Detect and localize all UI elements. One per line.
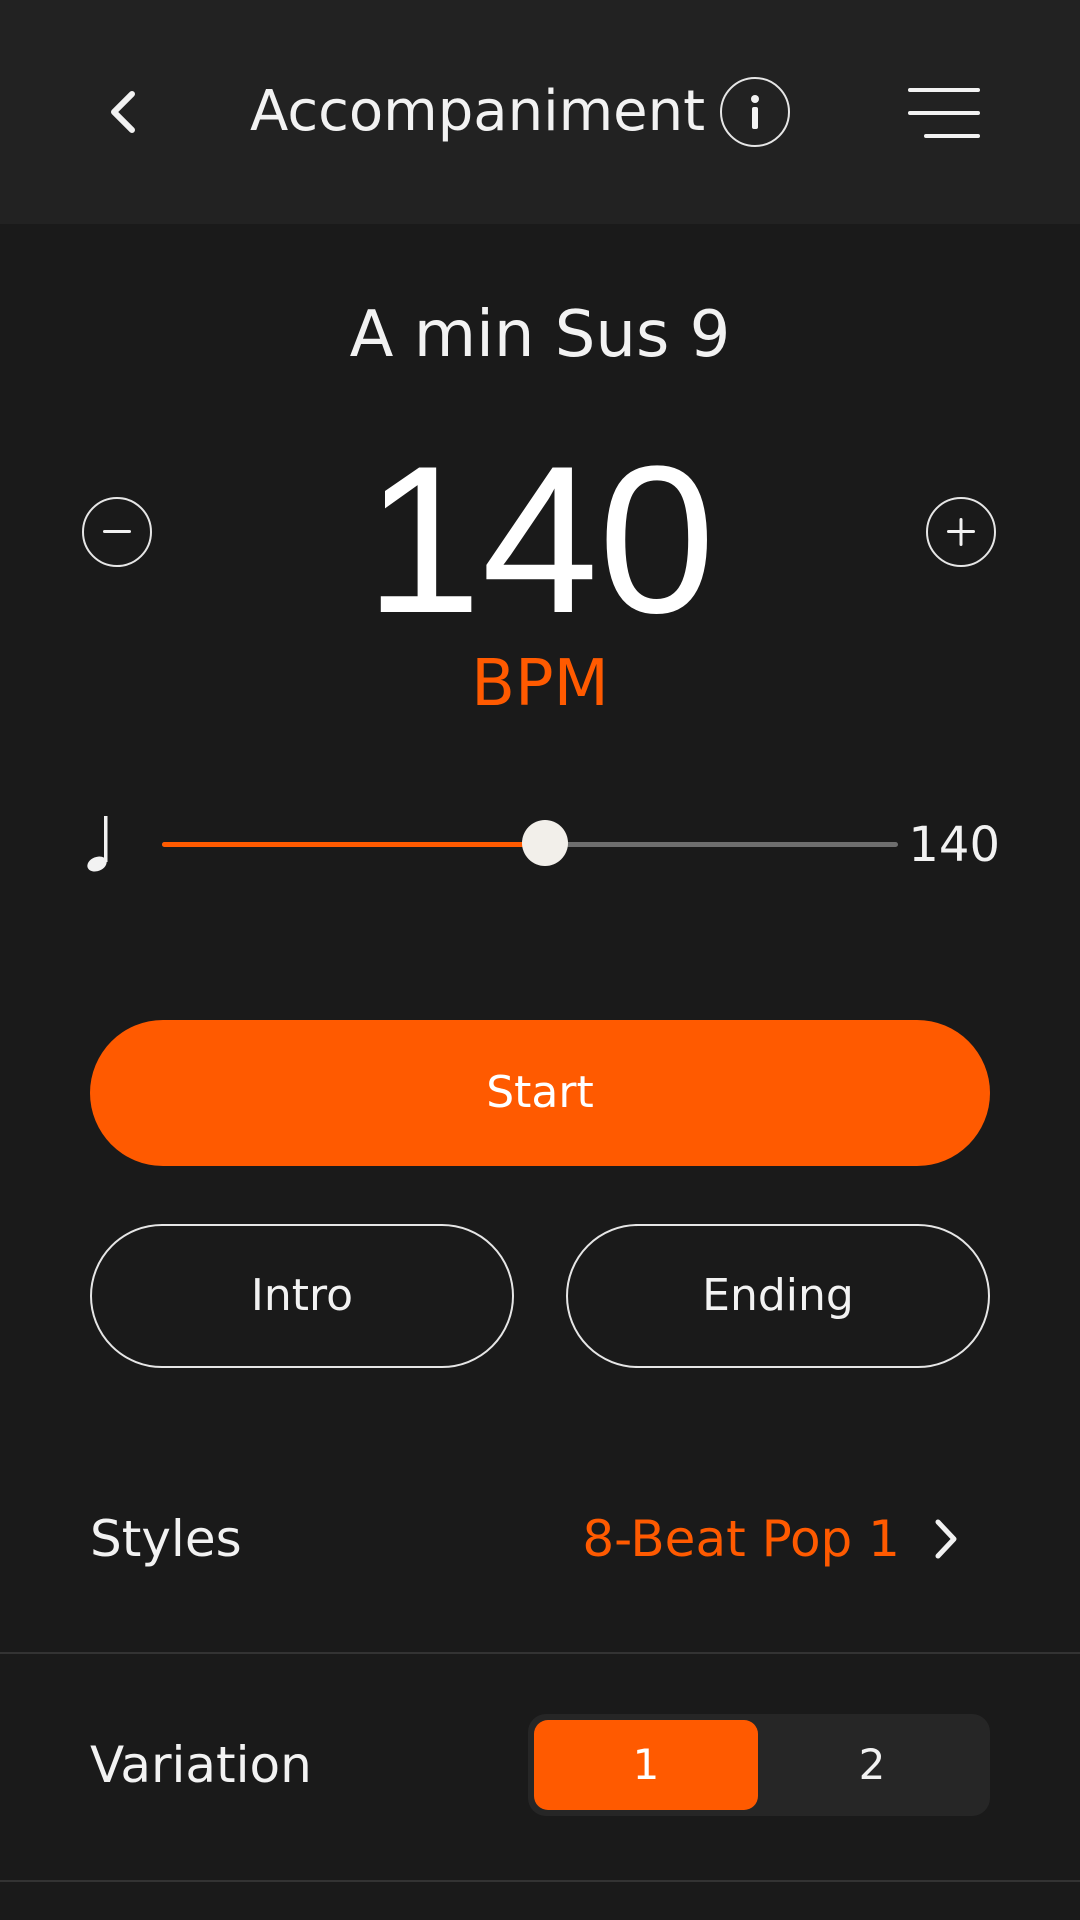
info-icon [751, 95, 759, 129]
styles-value[interactable]: 8-Beat Pop 1 [582, 1504, 900, 1574]
quarter-note-icon [84, 812, 124, 874]
variation-option-2[interactable]: 2 [760, 1720, 984, 1810]
plus-icon [947, 518, 975, 546]
styles-label: Styles [90, 1510, 242, 1568]
tempo-unit: BPM [471, 647, 609, 721]
tempo-slider-thumb[interactable] [521, 820, 568, 866]
hamburger-menu-icon [908, 88, 980, 138]
chevron-right-icon[interactable] [928, 1516, 964, 1562]
tempo-slider-fill [162, 842, 545, 847]
back-button[interactable] [96, 82, 156, 142]
menu-button[interactable] [906, 86, 982, 140]
intro-button[interactable]: Intro [90, 1224, 514, 1368]
chord-name: A min Sus 9 [349, 298, 731, 372]
chevron-left-icon [111, 91, 135, 133]
tempo-slider-value: 140 [908, 817, 1000, 873]
start-button[interactable]: Start [90, 1020, 990, 1166]
top-app-bar: Accompaniment [0, 0, 1080, 224]
variation-segmented-control: 1 2 [528, 1714, 990, 1816]
ending-button[interactable]: Ending [566, 1224, 990, 1368]
divider [0, 1880, 1080, 1882]
variation-option-1[interactable]: 1 [534, 1720, 758, 1810]
tempo-slider[interactable] [162, 820, 898, 866]
tempo-value: 140 [364, 422, 716, 657]
increase-tempo-button[interactable] [926, 497, 996, 567]
divider [0, 1652, 1080, 1654]
info-button[interactable] [720, 77, 790, 147]
page-title: Accompaniment [250, 79, 706, 144]
variation-label: Variation [90, 1736, 312, 1794]
